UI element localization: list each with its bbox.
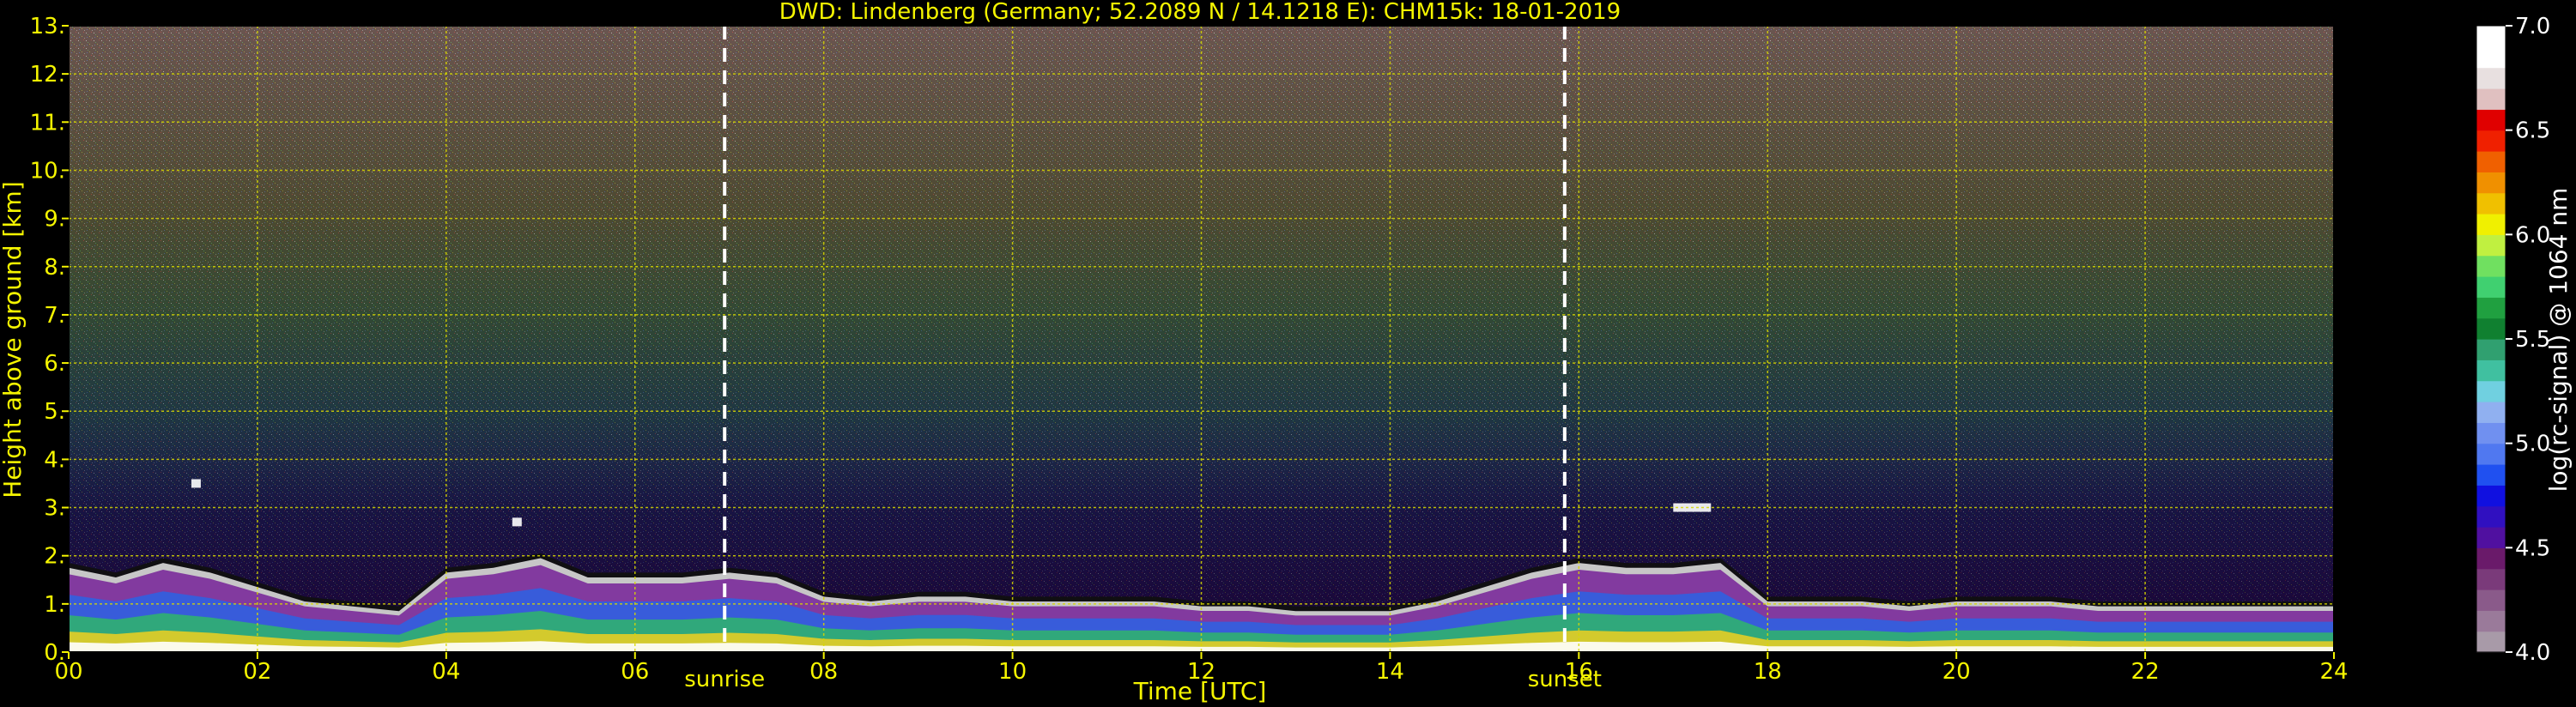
y-tick-label: 9. <box>44 207 65 233</box>
colorbar-segment <box>2476 485 2506 507</box>
x-tick-label: 04 <box>432 659 460 685</box>
colorbar-segment <box>2476 505 2506 528</box>
colorbar-segment <box>2476 67 2506 89</box>
cloud-patch <box>191 479 201 488</box>
y-tick-label: 12. <box>30 62 65 88</box>
y-tick-label: 4. <box>44 447 65 473</box>
colorbar <box>2476 25 2506 653</box>
colorbar-segment <box>2476 255 2506 277</box>
colorbar-segment <box>2476 568 2506 590</box>
colorbar-segment <box>2476 130 2506 152</box>
colorbar-segment <box>2476 88 2506 110</box>
colorbar-segment <box>2476 380 2506 402</box>
colorbar-segment <box>2476 547 2506 570</box>
colorbar-segment <box>2476 297 2506 319</box>
y-tick-label: 10. <box>30 158 65 184</box>
colorbar-segment <box>2476 317 2506 340</box>
y-axis-label: Height above ground [km] <box>0 181 27 499</box>
colorbar-segment <box>2476 402 2506 423</box>
x-tick-label: 20 <box>1943 659 1971 685</box>
annotation-label-sunrise: sunrise <box>684 667 765 692</box>
colorbar-segment <box>2476 46 2506 69</box>
colorbar-tick-label: 7.0 <box>2515 14 2550 39</box>
chart-title: DWD: Lindenberg (Germany; 52.2089 N / 14… <box>779 0 1621 25</box>
colorbar-segment <box>2476 339 2506 360</box>
colorbar-segment <box>2476 26 2506 47</box>
colorbar-tick-label: 4.5 <box>2515 535 2550 561</box>
y-tick-label: 2. <box>44 544 65 570</box>
colorbar-segment <box>2476 109 2506 131</box>
colorbar-segment <box>2476 464 2506 486</box>
x-tick-label: 14 <box>1376 659 1404 685</box>
x-tick-label: 22 <box>2131 659 2160 685</box>
x-tick-label: 24 <box>2319 659 2348 685</box>
cloud-patch <box>512 517 522 527</box>
colorbar-segment <box>2476 172 2506 194</box>
y-tick-label: 3. <box>44 496 65 522</box>
colorbar-segment <box>2476 192 2506 215</box>
plot-area: sunrise sunset <box>68 25 2335 692</box>
x-tick-label: 18 <box>1754 659 1782 685</box>
y-tick-label: 11. <box>30 110 65 136</box>
colorbar-segment <box>2476 631 2506 653</box>
colorbar-segment <box>2476 234 2506 257</box>
y-tick-label: 1. <box>44 592 65 618</box>
colorbar-segment <box>2476 589 2506 611</box>
x-axis-label: Time [UTC] <box>1133 677 1267 705</box>
colorbar-segment <box>2476 276 2506 298</box>
colorbar-segment <box>2476 610 2506 632</box>
x-tick-label: 06 <box>621 659 649 685</box>
colorbar-segment <box>2476 360 2506 382</box>
lidar-chart: sunrise sunset 00 02 04 06 08 10 12 14 16 18 20 22 24… <box>0 0 2573 705</box>
y-tick-label: 7. <box>44 303 65 329</box>
colorbar-segment <box>2476 422 2506 444</box>
colorbar-segment <box>2476 214 2506 235</box>
colorbar-segment <box>2476 443 2506 465</box>
x-tick-label: 10 <box>998 659 1027 685</box>
y-tick-label: 5. <box>44 399 65 425</box>
y-tick-label: 8. <box>44 255 65 281</box>
x-tick-label: 16 <box>1565 659 1593 685</box>
chart-figure: sunrise sunset 00 02 04 06 08 10 12 14 16 18 20 22 24… <box>0 0 2576 707</box>
y-axis-ticks: 0. 1. 2. 3. 4. 5. 6. 7. 8. 9. 10. 11. 12. 13. <box>30 14 69 666</box>
colorbar-label: log(rc-signal) @ 1064 nm <box>2544 188 2573 492</box>
colorbar-segment <box>2476 151 2506 172</box>
y-tick-label: 0. <box>44 640 65 666</box>
x-tick-label: 08 <box>809 659 838 685</box>
colorbar-tick-label: 4.0 <box>2515 640 2550 666</box>
colorbar-segment <box>2476 527 2506 548</box>
y-tick-label: 13. <box>30 14 65 39</box>
colorbar-tick-label: 6.5 <box>2515 118 2550 144</box>
x-tick-label: 02 <box>243 659 271 685</box>
y-tick-label: 6. <box>44 351 65 377</box>
